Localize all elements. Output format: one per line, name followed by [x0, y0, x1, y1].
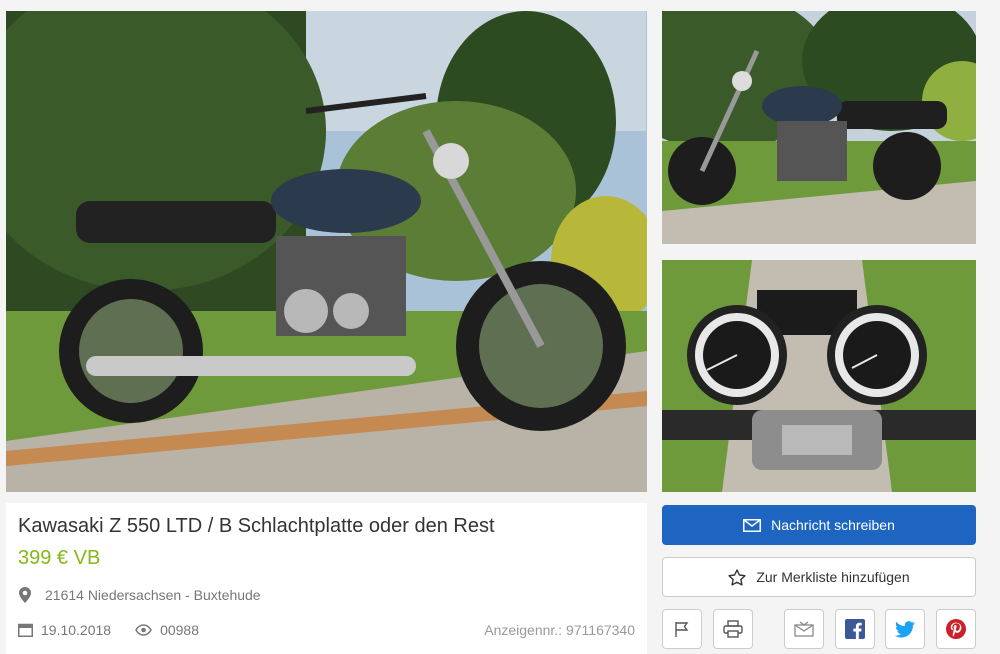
report-button[interactable] [662, 609, 702, 649]
listing-title: Kawasaki Z 550 LTD / B Schlachtplatte od… [18, 515, 495, 537]
calendar-icon [18, 623, 33, 637]
listing-date: 19.10.2018 [41, 622, 112, 638]
message-button[interactable]: Nachricht schreiben [662, 505, 976, 545]
map-pin-icon [19, 587, 31, 603]
main-photo[interactable] [6, 11, 647, 492]
email-share-button[interactable] [784, 609, 824, 649]
eye-icon [135, 624, 152, 636]
facebook-icon [845, 619, 865, 639]
listing-location[interactable]: 21614 Niedersachsen - Buxtehude [18, 587, 261, 603]
star-icon [728, 568, 746, 586]
location-text: 21614 Niedersachsen - Buxtehude [45, 587, 261, 603]
twitter-share-button[interactable] [885, 609, 925, 649]
watchlist-button[interactable]: Zur Merkliste hinzufügen [662, 557, 976, 597]
twitter-icon [895, 620, 915, 637]
listing-price: 399 € VB [18, 547, 101, 569]
views-count: 00988 [160, 622, 200, 638]
message-button-label: Nachricht schreiben [771, 517, 895, 533]
envelope-icon [743, 518, 762, 532]
listing-meta: 19.10.2018 00988 [18, 622, 199, 638]
facebook-share-button[interactable] [835, 609, 875, 649]
pinterest-icon [946, 619, 966, 639]
printer-icon [723, 620, 743, 638]
watchlist-button-label: Zur Merkliste hinzufügen [756, 569, 910, 585]
pinterest-share-button[interactable] [936, 609, 976, 649]
mail-share-icon [794, 621, 814, 637]
print-button[interactable] [713, 609, 753, 649]
ad-number: Anzeigennr.: 971167340 [484, 622, 635, 638]
thumbnail-photo-1[interactable] [662, 11, 976, 244]
views-counter: 00988 [135, 622, 199, 638]
flag-icon [675, 621, 689, 637]
listing-info-panel: Kawasaki Z 550 LTD / B Schlachtplatte od… [6, 503, 647, 654]
thumbnail-photo-2[interactable] [662, 260, 976, 492]
